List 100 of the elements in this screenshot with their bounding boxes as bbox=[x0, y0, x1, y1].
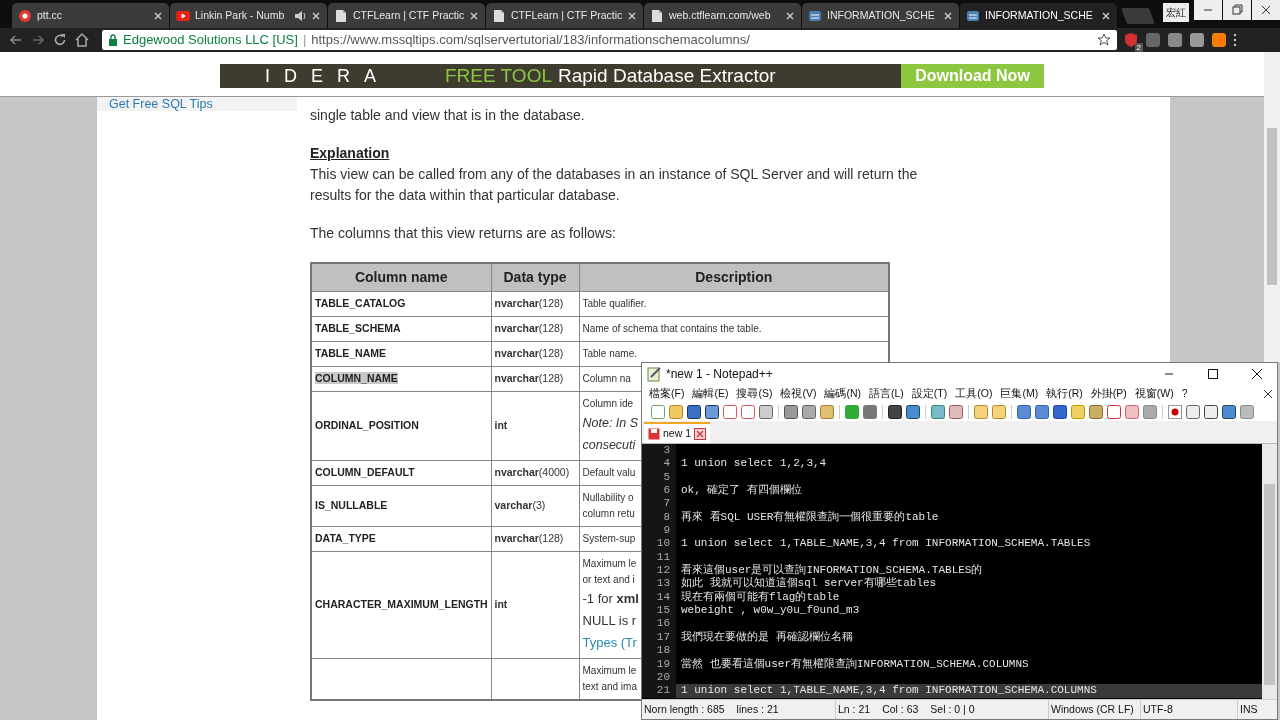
address-bar[interactable]: Edgewood Solutions LLC [US] | https://www.mssqltips.com/sqlservertutorial/183/informationschemacolumns/ bbox=[102, 30, 1117, 50]
code-line: 再來 看SQL USER有無權限查詢一個很重要的table bbox=[680, 510, 940, 525]
status-text: Col : 63 bbox=[882, 701, 919, 717]
table-cell-text: text and ima bbox=[582, 679, 637, 694]
window-title: *new 1 - Notepad++ bbox=[666, 365, 774, 383]
status-text: Sel : 0 | 0 bbox=[930, 701, 975, 717]
table-cell: int bbox=[494, 419, 508, 431]
table-cell: int bbox=[494, 598, 508, 610]
status-text: lines : 21 bbox=[736, 701, 779, 717]
tab-title: INFORMATION_SCHE bbox=[827, 7, 936, 23]
table-cell: nvarchar(128) bbox=[494, 532, 564, 544]
profile-label[interactable]: 宏紅 bbox=[1163, 3, 1189, 22]
menu-item[interactable]: 視窗(W) bbox=[1130, 385, 1178, 402]
status-text: Norn length : 685 bbox=[644, 701, 725, 717]
menu-item[interactable]: 設定(T) bbox=[907, 385, 952, 402]
code-line: 現在有兩個可能有flag的table bbox=[680, 590, 841, 605]
table-cell: nvarchar(128) bbox=[494, 372, 564, 384]
tab-title: INFORMATION_SCHE bbox=[985, 7, 1094, 23]
database-icon bbox=[966, 8, 980, 23]
table-cell-text: consecuti bbox=[582, 436, 636, 454]
menu-item[interactable]: 執行(R) bbox=[1042, 385, 1087, 402]
line-number: 18 bbox=[642, 644, 676, 658]
column-header: Column name bbox=[311, 263, 491, 291]
browser-tab[interactable]: Linkin Park - Numb bbox=[170, 3, 327, 28]
table-cell: nvarchar(4000) bbox=[494, 466, 570, 478]
browser-tab[interactable]: INFORMATION_SCHE bbox=[802, 3, 959, 28]
menu-item[interactable]: 檢視(V) bbox=[776, 385, 821, 402]
column-header: Description bbox=[579, 263, 889, 291]
menu-item[interactable]: 工具(O) bbox=[951, 385, 997, 402]
scrollbar-track[interactable] bbox=[1262, 444, 1277, 699]
banner-highlight: FREE TOOL bbox=[445, 63, 552, 88]
table-cell-text: column retu bbox=[582, 506, 635, 521]
line-number: 4 bbox=[642, 457, 676, 471]
menu-item[interactable]: 巨集(M) bbox=[996, 385, 1043, 402]
star-icon[interactable] bbox=[1097, 33, 1111, 47]
shield-icon[interactable] bbox=[1123, 32, 1139, 48]
table-cell: DATA_TYPE bbox=[315, 532, 376, 544]
code-line: 我們現在要做的是 再確認欄位名稱 bbox=[680, 630, 854, 645]
paragraph: The columns that this view returns are as follows: bbox=[310, 224, 617, 243]
menu-item[interactable]: 語言(L) bbox=[865, 385, 908, 402]
line-number: 16 bbox=[642, 617, 676, 631]
brand-text: IDERA bbox=[264, 64, 391, 88]
record-icon[interactable] bbox=[1167, 404, 1183, 420]
menu-item[interactable]: 檔案(F) bbox=[645, 385, 689, 402]
table-cell: nvarchar(128) bbox=[494, 297, 564, 309]
notepad-icon bbox=[646, 365, 662, 382]
tab-title: ptt.cc bbox=[37, 7, 64, 23]
menu-item[interactable]: 編輯(E) bbox=[688, 385, 733, 402]
table-cell: IS_NULLABLE bbox=[315, 499, 388, 511]
line-number: 12 bbox=[642, 564, 676, 578]
separator: | bbox=[302, 31, 307, 50]
status-text: UTF-8 bbox=[1143, 701, 1173, 717]
line-number: 9 bbox=[642, 524, 676, 538]
table-cell-text: Maximum le bbox=[582, 663, 637, 678]
sidebar-link[interactable]: Get Free SQL Tips bbox=[97, 97, 297, 111]
table-cell-text: Table name. bbox=[582, 346, 637, 361]
link[interactable]: Types (Tr bbox=[582, 631, 637, 654]
code-line: 1 union select 1,TABLE_NAME,3,4 from INFORMATION_SCHEMA.TABLES bbox=[680, 537, 1092, 551]
section-heading: Explanation bbox=[310, 144, 391, 163]
scrollbar-track[interactable] bbox=[1264, 52, 1280, 362]
extension-badge: 2 bbox=[1134, 43, 1143, 52]
tab-label: new 1 bbox=[663, 425, 692, 441]
menu-icon[interactable] bbox=[1233, 33, 1237, 47]
browser-tab[interactable]: CTFLearn | CTF Practic bbox=[328, 3, 485, 28]
table-cell-text: NULL is r bbox=[582, 611, 637, 630]
menu-item[interactable]: 搜尋(S) bbox=[732, 385, 777, 402]
code-line: 1 union select 1,2,3,4 bbox=[680, 457, 828, 471]
browser-tab[interactable]: CTFLearn | CTF Practic bbox=[486, 3, 643, 28]
table-cell-text: Column na bbox=[582, 371, 631, 386]
document-tab[interactable]: new 1 bbox=[644, 422, 711, 443]
close-icon[interactable] bbox=[1263, 388, 1273, 399]
banner-ad[interactable]: IDERA FREE TOOL Rapid Database Extractor Download Now bbox=[220, 64, 1044, 88]
menu-item[interactable]: ? bbox=[1177, 385, 1192, 402]
table-cell-text: Default valu bbox=[582, 465, 636, 480]
browser-tab[interactable]: web.ctflearn.com/web bbox=[644, 3, 801, 28]
code-line: webeight , w0w_y0u_f0und_m3 bbox=[680, 604, 861, 618]
line-number: 10 bbox=[642, 537, 676, 551]
table-cell: COLUMN_NAME bbox=[315, 372, 398, 384]
scrollbar-thumb[interactable] bbox=[1267, 128, 1277, 285]
reload-icon[interactable] bbox=[52, 32, 68, 48]
table-cell-text: Column ide bbox=[582, 396, 634, 411]
scrollbar-thumb[interactable] bbox=[1264, 484, 1275, 685]
code-line: 如此 我就可以知道這個sql server有哪些tables bbox=[680, 577, 938, 591]
code-line: 當然 也要看這個user有無權限查詢INFORMATION_SCHEMA.COLUMNS bbox=[680, 657, 1030, 671]
table-cell-text: or text and i bbox=[582, 572, 635, 587]
table-cell: CHARACTER_MAXIMUM_LENGTH bbox=[315, 598, 488, 610]
status-text: Ln : 21 bbox=[838, 701, 871, 717]
circle-logo-icon bbox=[18, 8, 32, 23]
intro-paragraph: single table and view that is in the database. bbox=[310, 106, 586, 125]
browser-tab[interactable]: ptt.cc bbox=[12, 3, 169, 28]
menu-item[interactable]: 外掛(P) bbox=[1086, 385, 1131, 402]
database-icon bbox=[808, 8, 822, 23]
column-header: Data type bbox=[491, 263, 579, 291]
tab-title: CTFLearn | CTF Practic bbox=[353, 7, 464, 23]
menu-item[interactable]: 編碼(N) bbox=[820, 385, 865, 402]
url-text: https://www.mssqltips.com/sqlservertutorial/183/informationschemacolumns/ bbox=[311, 31, 751, 50]
home-icon[interactable] bbox=[74, 32, 90, 48]
security-label: Edgewood Solutions LLC [US] bbox=[123, 31, 298, 50]
browser-tab[interactable]: INFORMATION_SCHE bbox=[960, 3, 1117, 28]
table-cell-text: Table qualifier. bbox=[582, 296, 647, 311]
